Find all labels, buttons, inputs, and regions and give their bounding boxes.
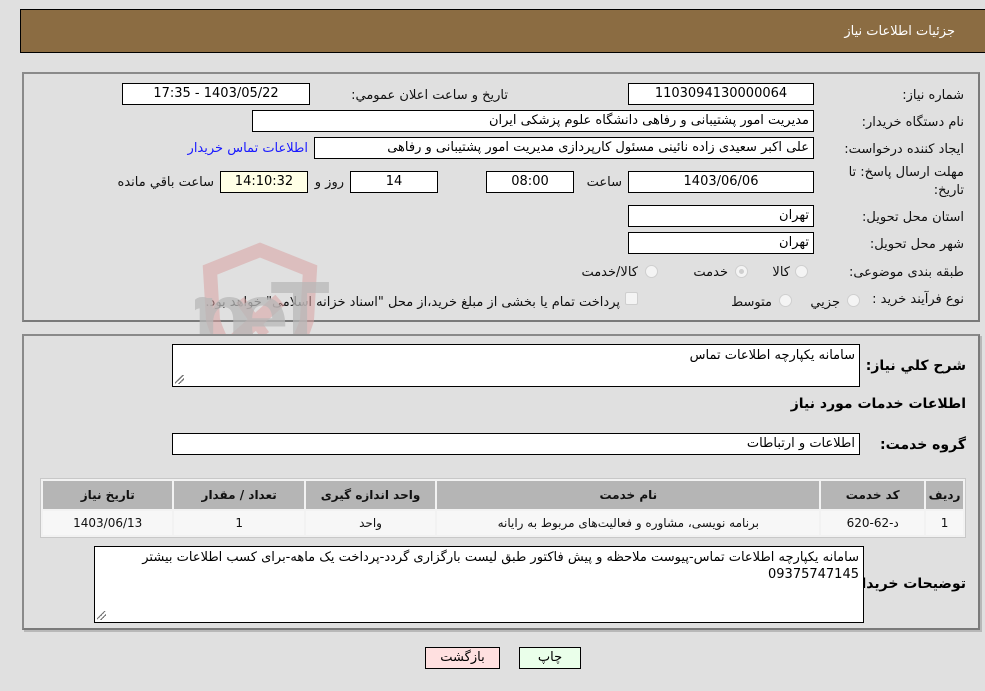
announce-datetime-field: 1403/05/22 - 17:35 (122, 83, 310, 105)
treasury-bonds-checkbox[interactable] (625, 292, 638, 305)
col-header-unit: واحد اندازه گیری (305, 481, 436, 509)
category-radio-goods-service[interactable] (645, 265, 658, 278)
buyer-notes-label: توضیحات خریدار: (847, 576, 966, 592)
process-option-minor: جزیي (810, 295, 840, 310)
need-info-panel: شماره نیاز: 1103094130000064 تاریخ و ساع… (22, 72, 980, 322)
need-number-label: شماره نیاز: (902, 88, 964, 103)
remaining-time-label: ساعت باقي مانده (117, 175, 214, 190)
process-option-medium: متوسط (731, 295, 772, 310)
deadline-date-label: تاریخ: (933, 183, 964, 198)
buyer-notes-text: سامانه یکپارچه اطلاعات تماس-پیوست ملاحظه… (142, 550, 859, 582)
days-label: روز و (314, 175, 344, 190)
page-title: جزئیات اطلاعات نیاز (844, 24, 955, 39)
category-radio-service[interactable] (735, 265, 748, 278)
resize-grip-icon[interactable] (175, 375, 184, 384)
need-summary-label: شرح کلي نیاز: (865, 358, 966, 374)
deadline-time-label: ساعت (586, 175, 622, 190)
col-header-service-code: کد خدمت (821, 481, 925, 509)
need-details-panel: شرح کلي نیاز: سامانه یکپارچه اطلاعات تما… (22, 334, 980, 630)
buyer-contact-link[interactable]: اطلاعات تماس خریدار (188, 141, 308, 156)
services-table: ردیف کد خدمت نام خدمت واحد اندازه گیری ت… (40, 478, 966, 538)
deadline-date-field: 1403/06/06 (628, 171, 814, 193)
purchase-process-label: نوع فرآیند خرید : (872, 292, 964, 307)
category-option-goods: کالا (772, 265, 790, 280)
delivery-city-field: تهران (628, 232, 814, 254)
cell-row-number: 1 (926, 511, 963, 535)
category-radio-goods[interactable] (795, 265, 808, 278)
need-number-field: 1103094130000064 (628, 83, 814, 105)
buyer-org-field: مدیریت امور پشتیبانی و رفاهی دانشگاه علو… (252, 110, 814, 132)
table-header-row: ردیف کد خدمت نام خدمت واحد اندازه گیری ت… (43, 481, 963, 509)
resize-grip-icon[interactable] (97, 611, 106, 620)
buyer-notes-textarea[interactable]: سامانه یکپارچه اطلاعات تماس-پیوست ملاحظه… (94, 546, 864, 623)
service-group-field: اطلاعات و ارتباطات (172, 433, 860, 455)
category-label: طبقه بندی موضوعی: (848, 265, 964, 280)
remaining-time-field: 14:10:32 (220, 171, 308, 193)
cell-quantity: 1 (174, 511, 304, 535)
buyer-org-label: نام دستگاه خریدار: (861, 115, 964, 130)
services-heading: اطلاعات خدمات مورد نیاز (790, 396, 966, 412)
cell-service-name: برنامه نویسی، مشاوره و فعالیت‌های مربوط … (437, 511, 820, 535)
table-row: 1 د-62-620 برنامه نویسی، مشاوره و فعالیت… (43, 511, 963, 535)
cell-unit: واحد (305, 511, 436, 535)
request-creator-label: ایجاد کننده درخواست: (844, 142, 964, 157)
need-summary-text: سامانه یکپارچه اطلاعات تماس (689, 348, 855, 363)
deadline-label: مهلت ارسال پاسخ: تا (848, 165, 964, 180)
request-creator-field: علی اکبر سعیدی زاده نائینی مسئول کارپردا… (314, 137, 814, 159)
page-title-bar: جزئیات اطلاعات نیاز (20, 9, 985, 53)
category-option-goods-service: کالا/خدمت (581, 265, 638, 280)
remaining-days-field: 14 (350, 171, 438, 193)
cell-need-date: 1403/06/13 (43, 511, 173, 535)
announce-datetime-label: تاریخ و ساعت اعلان عمومي: (351, 88, 508, 103)
need-summary-textarea[interactable]: سامانه یکپارچه اطلاعات تماس (172, 344, 860, 387)
print-button[interactable]: چاپ (519, 647, 581, 669)
delivery-province-field: تهران (628, 205, 814, 227)
col-header-need-date: تاریخ نیاز (43, 481, 173, 509)
process-radio-medium[interactable] (779, 294, 792, 307)
col-header-row-number: ردیف (926, 481, 963, 509)
treasury-bonds-note: پرداخت تمام یا بخشی از مبلغ خرید،از محل … (205, 295, 620, 310)
deadline-time-field: 08:00 (486, 171, 574, 193)
back-button[interactable]: بازگشت (425, 647, 500, 669)
col-header-quantity: تعداد / مقدار (174, 481, 304, 509)
process-radio-minor[interactable] (847, 294, 860, 307)
delivery-province-label: استان محل تحویل: (862, 210, 964, 225)
category-option-service: خدمت (693, 265, 728, 280)
service-group-label: گروه خدمت: (880, 437, 966, 453)
delivery-city-label: شهر محل تحویل: (869, 237, 964, 252)
cell-service-code: د-62-620 (821, 511, 925, 535)
col-header-service-name: نام خدمت (437, 481, 820, 509)
